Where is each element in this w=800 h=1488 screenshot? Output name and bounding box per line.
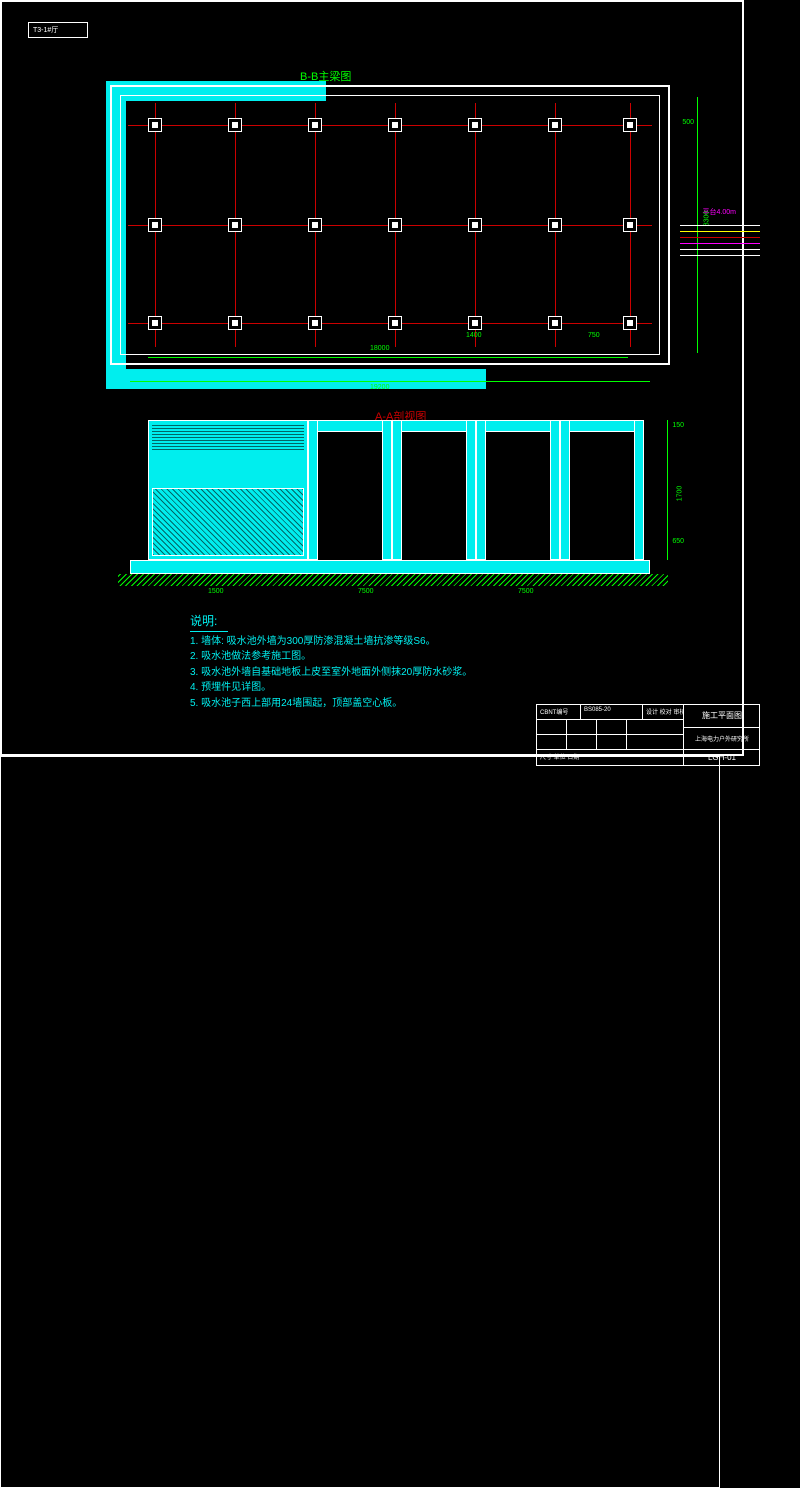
column-marker (148, 118, 162, 132)
tb-label: 设计 校对 审核 批准 (643, 705, 683, 719)
note-item: 1. 墙体: 吸水池外墙为300厚防渗混凝土墙抗渗等级S6。 (190, 634, 472, 650)
column-marker (388, 218, 402, 232)
dim-short1: 1400 (466, 332, 482, 339)
section-dim-b3: 7500 (518, 588, 534, 595)
dim-col: 500 (682, 119, 694, 126)
section-bay (476, 420, 560, 560)
column-marker (468, 218, 482, 232)
dim-short2: 750 (588, 332, 600, 339)
section-dim-h3: 650 (672, 538, 684, 545)
column-marker (308, 118, 322, 132)
dim-line-overall (130, 381, 650, 382)
plan-view: 19200 18000 1400 750 8300 500 平台4.00m (110, 85, 670, 385)
column-marker (228, 118, 242, 132)
column-marker (468, 118, 482, 132)
ground-hatch (118, 574, 668, 586)
column-marker (623, 218, 637, 232)
column-marker (623, 118, 637, 132)
note-item: 4. 预埋件见详图。 (190, 680, 472, 696)
column-marker (623, 316, 637, 330)
column-marker (468, 316, 482, 330)
section-dim-h2: 1700 (677, 486, 684, 502)
project-name: 上海电力户外研究所 (684, 728, 760, 751)
column-marker (308, 218, 322, 232)
section-bay (308, 420, 392, 560)
drawing-frame-inner (0, 756, 720, 1488)
corner-reference-tab: T3-1#厅 (28, 22, 88, 38)
tank-water-hatch (152, 488, 304, 556)
sheet-number: LGH-01 (684, 750, 760, 765)
dim-line-bay (148, 357, 628, 358)
platform-mark: 平台4.00m (703, 207, 736, 217)
section-dim-line-v (667, 420, 668, 560)
tank-top-hatch (152, 424, 304, 450)
note-item: 2. 吸水池做法参考施工图。 (190, 649, 472, 665)
title-block: CBNT编号BS085-20设计 校对 审核 批准 尺寸 单位 日期 施工平面图… (536, 704, 760, 766)
section-dim-b2: 7500 (358, 588, 374, 595)
column-marker (388, 118, 402, 132)
column-marker (548, 118, 562, 132)
dim-bay-spacing: 18000 (370, 345, 389, 352)
plan-wall-fill-bottom (106, 369, 486, 389)
column-marker (148, 218, 162, 232)
section-dim-h1: 150 (672, 422, 684, 429)
column-marker (228, 316, 242, 330)
dim-overall-width: 19200 (370, 384, 389, 391)
column-marker (548, 218, 562, 232)
column-marker (388, 316, 402, 330)
tb-footer-labels: 尺寸 单位 日期 (537, 750, 683, 765)
section-view: 150 1700 650 1500 7500 7500 (148, 420, 644, 590)
column-marker (548, 316, 562, 330)
column-marker (228, 218, 242, 232)
column-marker (308, 316, 322, 330)
note-item: 3. 吸水池外墙自基础地板上皮至室外地面外侧抹20厚防水砂浆。 (190, 665, 472, 681)
section-bay (560, 420, 644, 560)
tb-label: CBNT编号 (537, 705, 581, 719)
extension-lines (680, 225, 760, 261)
note-item: 5. 吸水池子西上部用24墙围起，顶部盖空心板。 (190, 696, 472, 712)
section-dim-b1: 1500 (208, 588, 224, 595)
section-bay (392, 420, 476, 560)
column-marker (148, 316, 162, 330)
drawing-title: 施工平面图 (684, 705, 760, 728)
base-slab (130, 560, 650, 574)
tb-val: BS085-20 (581, 705, 643, 719)
notes-heading: 说明: (190, 612, 472, 632)
notes-block: 说明: 1. 墙体: 吸水池外墙为300厚防渗混凝土墙抗渗等级S6。 2. 吸水… (190, 612, 472, 711)
